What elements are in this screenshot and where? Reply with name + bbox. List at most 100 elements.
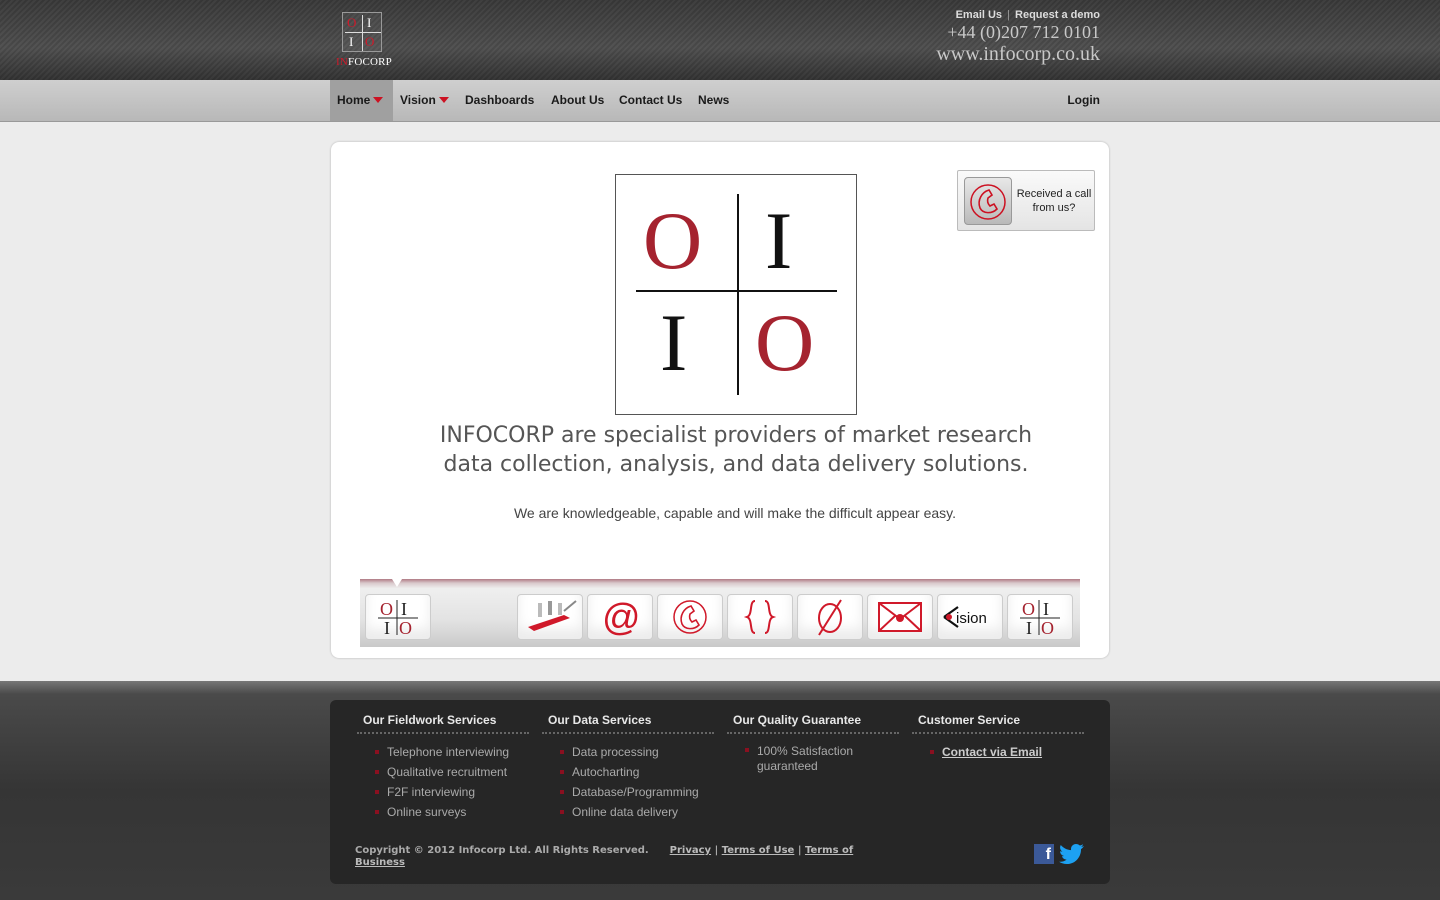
carousel-tile-programming[interactable]	[727, 594, 793, 640]
footer-column-title: Our Fieldwork Services	[357, 713, 529, 734]
carousel-tile-infocorp[interactable]: O I I O	[1007, 594, 1073, 640]
footer-link-item[interactable]: F2F interviewing	[357, 782, 529, 802]
hero-subline: We are knowledgeable, capable and will m…	[513, 505, 957, 521]
footer-link-item[interactable]: Telephone interviewing	[357, 742, 529, 762]
footer-link-item[interactable]: Autocharting	[542, 762, 714, 782]
svg-text:@: @	[602, 597, 641, 637]
carousel-pointer-icon	[392, 579, 402, 587]
link-separator: |	[797, 845, 802, 856]
footer-column-fieldwork: Our Fieldwork Services Telephone intervi…	[357, 713, 529, 822]
footer-link-item[interactable]: Data processing	[542, 742, 714, 762]
logo-frame: O I I O	[342, 12, 382, 52]
nav-dashboards[interactable]: Dashboards	[458, 80, 541, 121]
vision-logo-icon: ision	[943, 606, 987, 628]
logo-glyph: I	[349, 34, 354, 49]
contact-via-email-link[interactable]: Contact via Email	[942, 745, 1042, 759]
svg-text:O: O	[1022, 599, 1035, 619]
logo-glyph: I	[367, 15, 372, 30]
hero-logo-glyph: O	[643, 195, 703, 286]
header-contact: Email Us | Request a demo +44 (0)207 712…	[936, 9, 1100, 65]
nav-about-us[interactable]: About Us	[544, 80, 611, 121]
twitter-icon[interactable]	[1059, 842, 1085, 866]
site-footer: Our Fieldwork Services Telephone intervi…	[0, 681, 1440, 900]
carousel-tile-vision[interactable]: ision	[937, 594, 1003, 640]
carousel-tile-email[interactable]: @	[587, 594, 653, 640]
hero-tagline: INFOCORP are specialist providers of mar…	[331, 421, 1141, 479]
swiss-army-knife-icon	[528, 600, 577, 631]
nav-news[interactable]: News	[691, 80, 736, 121]
carousel-tile-infocorp[interactable]: O I I O	[365, 594, 431, 640]
logo-glyph: O	[365, 34, 375, 49]
main-nav: Home Vision Dashboards About Us Contact …	[0, 80, 1440, 122]
received-call-button[interactable]: Received a call from us?	[957, 170, 1095, 231]
site-logo[interactable]: O I I O INFOCORP	[330, 10, 398, 70]
header-links: Email Us | Request a demo	[936, 9, 1100, 21]
empty-set-icon	[818, 599, 842, 636]
chevron-down-icon	[373, 97, 384, 103]
hero-logo-horizontal-rule	[636, 290, 837, 292]
carousel-tile-tools[interactable]	[517, 594, 583, 640]
footer-link-item[interactable]: 100% Satisfaction guaranteed	[727, 742, 899, 774]
header-website[interactable]: www.infocorp.co.uk	[936, 43, 1100, 65]
footer-link-item[interactable]: Database/Programming	[542, 782, 714, 802]
svg-text:I: I	[1026, 618, 1032, 637]
nav-vision[interactable]: Vision	[393, 80, 456, 121]
footer-link-item[interactable]: Online data delivery	[542, 802, 714, 822]
facebook-icon[interactable]: f	[1034, 844, 1054, 864]
request-demo-link[interactable]: Request a demo	[1015, 9, 1100, 21]
carousel-tile-telephone[interactable]	[657, 594, 723, 640]
content-panel: O I I O Received a call from us? INFOCOR…	[331, 142, 1109, 658]
nav-home-label: Home	[337, 93, 371, 107]
svg-text:O: O	[399, 618, 412, 637]
nav-home[interactable]: Home	[330, 80, 393, 121]
footer-link-item: Contact via Email	[912, 742, 1084, 762]
hero-logo-vertical-rule	[737, 194, 739, 395]
received-call-line: from us?	[1032, 202, 1076, 214]
received-call-line: Received a call	[1016, 188, 1092, 200]
hero-logo-glyph: O	[755, 297, 815, 388]
logo-glyph: O	[347, 15, 357, 30]
hero-logo-glyph: I	[765, 195, 793, 286]
hero-tagline-line: INFOCORP are specialist providers of mar…	[439, 423, 1033, 448]
svg-text:O: O	[380, 599, 393, 619]
link-separator: |	[714, 845, 719, 856]
telephone-icon	[673, 600, 707, 634]
svg-text:I: I	[401, 599, 407, 619]
terms-of-use-link[interactable]: Terms of Use	[722, 845, 795, 856]
footer-column-title: Our Quality Guarantee	[727, 713, 899, 734]
at-sign-icon: @	[602, 597, 641, 637]
header-phone: +44 (0)207 712 0101	[947, 22, 1100, 42]
footer-box: Our Fieldwork Services Telephone intervi…	[330, 700, 1110, 884]
svg-text:I: I	[384, 618, 390, 637]
site-header: O I I O INFOCORP Email Us | Request a de…	[0, 0, 1440, 80]
logo-wordmark-accent: IN	[335, 56, 348, 68]
carousel-tile-mail[interactable]	[867, 594, 933, 640]
svg-text:I: I	[1043, 599, 1049, 619]
link-separator: |	[1007, 9, 1010, 21]
logo-wordmark-rest: FOCORP	[348, 56, 392, 68]
footer-column-quality: Our Quality Guarantee 100% Satisfaction …	[727, 713, 899, 774]
email-us-link[interactable]: Email Us	[956, 9, 1002, 21]
social-links: f	[1034, 842, 1085, 866]
vision-logo-text: ision	[956, 610, 987, 627]
hero-logo-glyph: I	[660, 297, 688, 388]
infocorp-logo-icon: O I I O	[378, 599, 418, 637]
hero-logo: O I I O	[615, 174, 857, 415]
envelope-icon	[878, 602, 922, 632]
footer-link-item[interactable]: Qualitative recruitment	[357, 762, 529, 782]
copyright-text: Copyright © 2012 Infocorp Ltd. All Right…	[355, 845, 649, 856]
logo-wordmark: INFOCORP	[330, 56, 398, 68]
nav-login[interactable]: Login	[1060, 80, 1107, 121]
privacy-link[interactable]: Privacy	[670, 845, 711, 856]
nav-contact-us[interactable]: Contact Us	[612, 80, 689, 121]
phone-icon-frame	[964, 177, 1012, 225]
curly-braces-icon	[743, 600, 777, 634]
footer-column-data: Our Data Services Data processing Autoch…	[542, 713, 714, 822]
carousel-tile-null[interactable]	[797, 594, 863, 640]
hero-tagline-line: data collection, analysis, and data deli…	[443, 452, 1029, 477]
logo-divider	[345, 32, 381, 33]
logo-divider	[362, 15, 363, 51]
footer-column-title: Our Data Services	[542, 713, 714, 734]
footer-link-item[interactable]: Online surveys	[357, 802, 529, 822]
footer-column-title: Customer Service	[912, 713, 1084, 734]
